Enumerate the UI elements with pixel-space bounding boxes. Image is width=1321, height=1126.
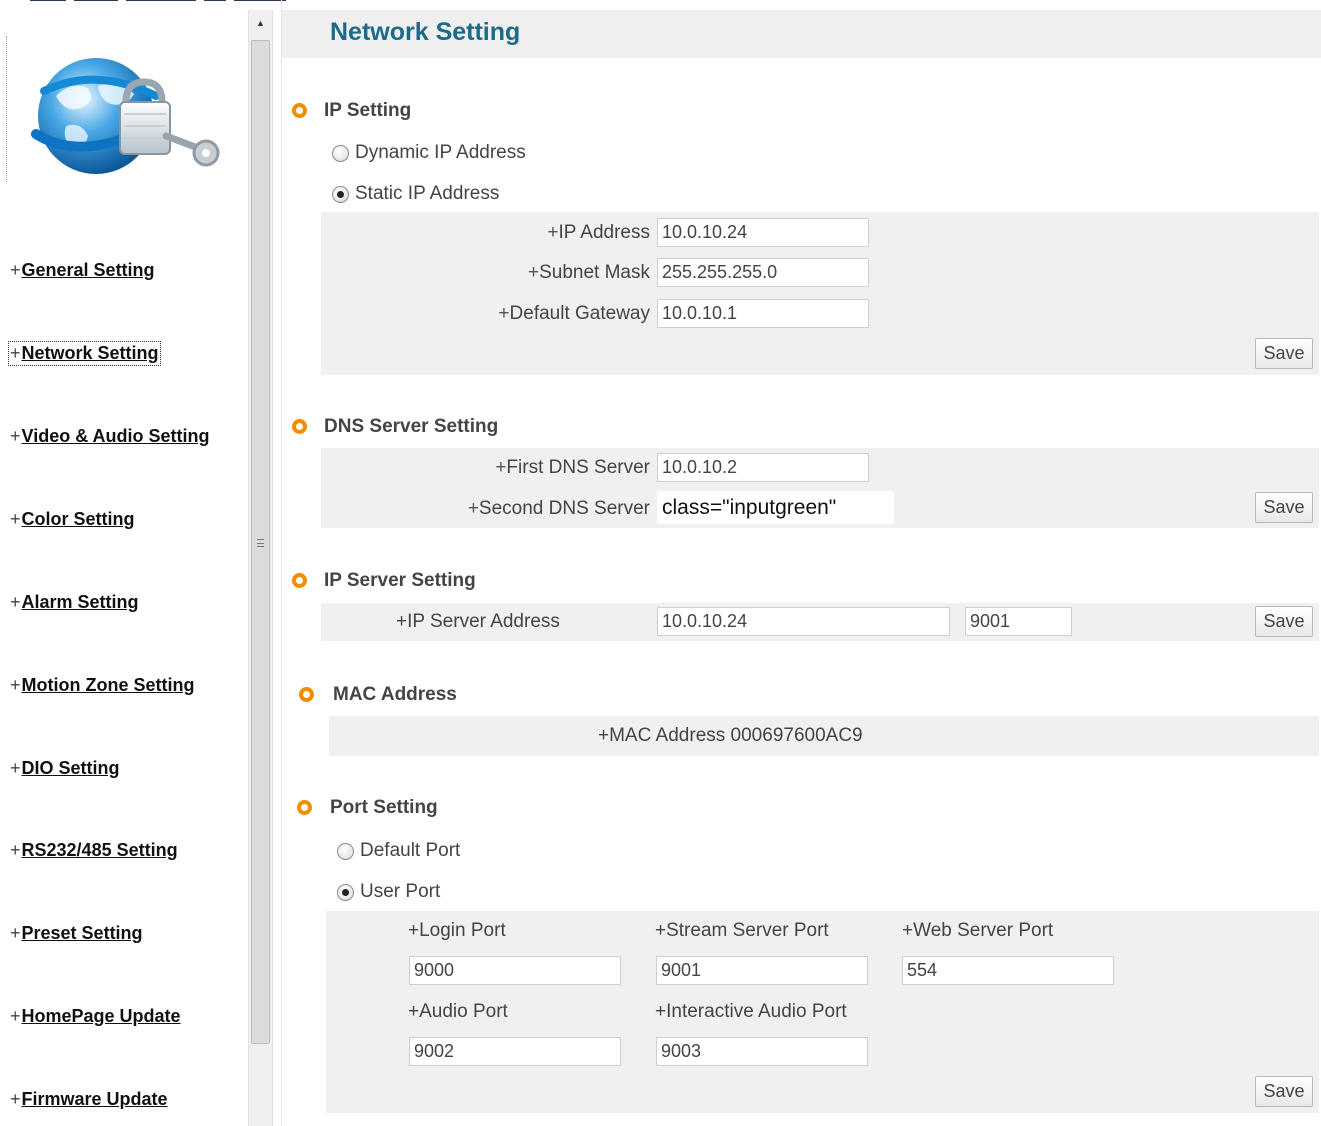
stream-server-port-label: +Stream Server Port <box>655 920 829 941</box>
default-gateway-label: +Default Gateway <box>498 303 650 324</box>
sidebar-item-network-setting[interactable]: +Network Setting <box>8 341 161 366</box>
orange-ring-bullet-icon <box>292 573 307 588</box>
section-title-mac: MAC Address <box>333 684 457 705</box>
sidebar-item-label: HomePage Update <box>21 1006 181 1026</box>
frame-scrollbar[interactable]: ▲ <box>248 10 273 1126</box>
radio-button-selected[interactable] <box>337 883 354 901</box>
sidebar-item-dio-setting[interactable]: +DIO Setting <box>10 758 120 779</box>
label-text: IP Server Address <box>407 611 560 632</box>
page-header: Network Setting <box>282 10 1321 58</box>
section-title-ip-server: IP Server Setting <box>324 570 476 591</box>
sidebar-item-video-audio-setting[interactable]: +Video & Audio Setting <box>10 426 210 447</box>
dns-save-button[interactable]: Save <box>1255 492 1313 523</box>
sidebar-item-color-setting[interactable]: +Color Setting <box>10 509 135 530</box>
sidebar-item-general-setting[interactable]: +General Setting <box>10 260 155 281</box>
sidebar: +General Setting +Network Setting +Video… <box>0 0 286 1126</box>
label-text: Stream Server Port <box>666 920 829 941</box>
radio-user-port[interactable]: User Port <box>337 881 440 903</box>
stream-server-port-input[interactable]: 9001 <box>656 956 868 985</box>
sidebar-item-label: Video & Audio Setting <box>21 426 210 446</box>
sidebar-item-label: RS232/485 Setting <box>21 840 178 860</box>
mac-address-value: 000697600AC9 <box>730 725 863 746</box>
frame-divider <box>281 0 282 1126</box>
web-server-port-input[interactable]: 554 <box>902 956 1114 985</box>
sidebar-item-preset-setting[interactable]: +Preset Setting <box>10 923 143 944</box>
subnet-mask-input[interactable]: 255.255.255.0 <box>657 258 869 287</box>
ip-server-save-button[interactable]: Save <box>1255 606 1313 637</box>
radio-label: User Port <box>360 881 441 902</box>
second-dns-input[interactable]: class="inputgreen" <box>657 491 894 524</box>
port-setting-save-button[interactable]: Save <box>1255 1076 1313 1107</box>
orange-ring-bullet-icon <box>292 419 307 434</box>
sidebar-item-label: Color Setting <box>21 509 135 529</box>
label-text: Audio Port <box>419 1001 508 1022</box>
orange-ring-bullet-icon <box>299 687 314 702</box>
ip-server-address-input[interactable]: 10.0.10.24 <box>657 607 950 636</box>
radio-button-selected[interactable] <box>332 185 349 203</box>
label-text: Interactive Audio Port <box>666 1001 847 1022</box>
sidebar-item-label: General Setting <box>21 260 155 280</box>
radio-label: Static IP Address <box>355 183 500 204</box>
web-server-port-label: +Web Server Port <box>902 920 1054 941</box>
sidebar-item-rs232-485-setting[interactable]: +RS232/485 Setting <box>10 840 178 861</box>
ip-server-address-label: +IP Server Address <box>396 611 560 632</box>
mac-address-label: MAC Address <box>609 725 726 746</box>
sidebar-item-label: Network Setting <box>21 343 159 363</box>
radio-dynamic-ip[interactable]: Dynamic IP Address <box>332 142 526 164</box>
label-text: Second DNS Server <box>478 498 650 519</box>
subnet-mask-label: +Subnet Mask <box>527 262 650 283</box>
default-gateway-input[interactable]: 10.0.10.1 <box>657 299 869 328</box>
logo-frame-edge <box>6 36 7 182</box>
radio-button[interactable] <box>337 842 354 860</box>
interactive-audio-port-label: +Interactive Audio Port <box>655 1001 847 1022</box>
label-text: Login Port <box>419 920 506 941</box>
section-title-dns: DNS Server Setting <box>324 416 499 437</box>
sidebar-item-label: Firmware Update <box>21 1089 168 1109</box>
sidebar-item-label: Preset Setting <box>21 923 143 943</box>
scrollbar-grip-icon <box>257 539 264 547</box>
globe-lock-logo-icon <box>26 56 221 181</box>
login-port-input[interactable]: 9000 <box>409 956 621 985</box>
orange-ring-bullet-icon <box>297 800 312 815</box>
ip-address-label: +IP Address <box>547 222 650 243</box>
radio-label: Dynamic IP Address <box>355 142 526 163</box>
label-text: IP Address <box>558 222 650 243</box>
mac-address-row: +MAC Address 000697600AC9 <box>598 725 863 746</box>
second-dns-label: +Second DNS Server <box>467 498 650 519</box>
ip-address-input[interactable]: 10.0.10.24 <box>657 218 869 247</box>
radio-label: Default Port <box>360 840 461 861</box>
label-text: Web Server Port <box>913 920 1054 941</box>
sidebar-item-firmware-update[interactable]: +Firmware Update <box>10 1089 168 1110</box>
label-text: Subnet Mask <box>539 262 650 283</box>
first-dns-input[interactable]: 10.0.10.2 <box>657 453 869 482</box>
scroll-up-arrow-icon[interactable]: ▲ <box>249 10 272 36</box>
section-title-port: Port Setting <box>330 797 438 818</box>
ip-server-port-input[interactable]: 9001 <box>965 607 1072 636</box>
login-port-label: +Login Port <box>408 920 506 941</box>
orange-ring-bullet-icon <box>292 103 307 118</box>
audio-port-input[interactable]: 9002 <box>409 1037 621 1066</box>
section-title-ip-setting: IP Setting <box>324 100 412 121</box>
label-text: First DNS Server <box>506 457 650 478</box>
interactive-audio-port-input[interactable]: 9003 <box>656 1037 868 1066</box>
sidebar-item-alarm-setting[interactable]: +Alarm Setting <box>10 592 139 613</box>
sidebar-item-label: Alarm Setting <box>21 592 139 612</box>
page-title: Network Setting <box>330 18 521 46</box>
ip-setting-save-button[interactable]: Save <box>1255 338 1313 369</box>
cropped-top-text <box>30 0 370 4</box>
radio-static-ip[interactable]: Static IP Address <box>332 183 499 205</box>
sidebar-item-label: Motion Zone Setting <box>21 675 195 695</box>
sidebar-item-motion-zone-setting[interactable]: +Motion Zone Setting <box>10 675 194 696</box>
sidebar-item-label: DIO Setting <box>21 758 120 778</box>
radio-default-port[interactable]: Default Port <box>337 840 460 862</box>
audio-port-label: +Audio Port <box>408 1001 508 1022</box>
first-dns-label: +First DNS Server <box>495 457 650 478</box>
scrollbar-thumb[interactable] <box>251 40 270 1044</box>
radio-button[interactable] <box>332 144 349 162</box>
label-text: Default Gateway <box>509 303 650 324</box>
sidebar-item-homepage-update[interactable]: +HomePage Update <box>10 1006 181 1027</box>
